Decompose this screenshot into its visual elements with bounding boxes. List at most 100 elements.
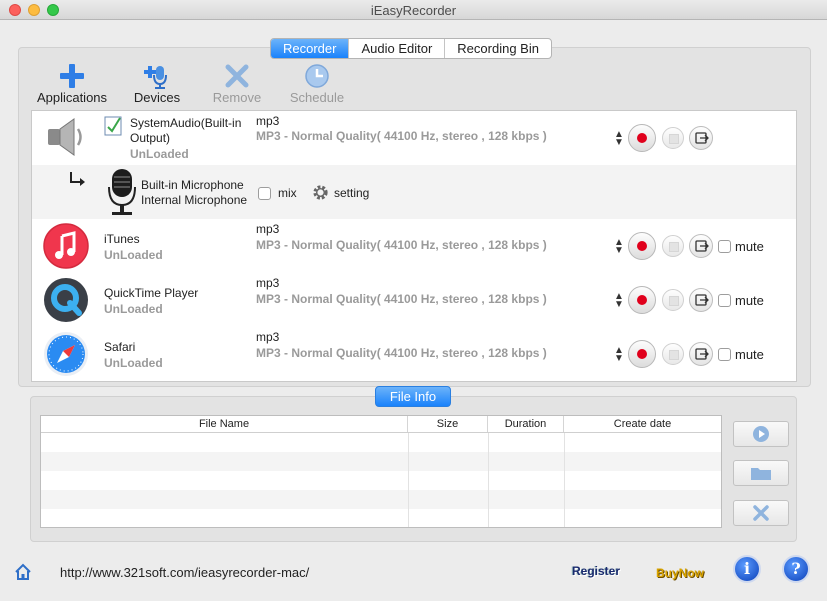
microphone-name: Built-in Microphone	[141, 178, 244, 192]
mute-label: mute	[735, 293, 764, 308]
export-icon	[695, 348, 709, 360]
mix-label: mix	[278, 186, 297, 200]
schedule-button[interactable]: Schedule	[286, 62, 348, 105]
tab-recording-bin[interactable]: Recording Bin	[444, 39, 551, 58]
play-button[interactable]	[733, 421, 789, 447]
source-name: Safari	[104, 340, 136, 354]
format-stepper-icon[interactable]: ▲ ▼	[614, 238, 624, 256]
export-icon	[695, 240, 709, 252]
source-row-itunes[interactable]: iTunes UnLoaded mp3 MP3 - Normal Quality…	[32, 219, 796, 273]
source-format: mp3	[256, 276, 280, 290]
tab-recorder[interactable]: Recorder	[271, 39, 349, 58]
export-icon	[695, 132, 709, 144]
column-header-size[interactable]: Size	[408, 416, 488, 432]
stop-button[interactable]	[662, 127, 684, 149]
speaker-icon	[42, 113, 90, 161]
delete-x-icon	[753, 505, 769, 521]
column-header-file-name[interactable]: File Name	[41, 416, 408, 432]
remove-label: Remove	[212, 90, 262, 105]
source-format: mp3	[256, 114, 280, 128]
column-header-duration[interactable]: Duration	[488, 416, 564, 432]
microphone-device: Internal Microphone	[141, 193, 248, 207]
record-button[interactable]	[628, 232, 656, 260]
column-divider	[408, 433, 409, 527]
stop-button[interactable]	[662, 235, 684, 257]
folder-icon	[751, 468, 771, 480]
microphone-row[interactable]: Built-in Microphone Internal Microphone …	[32, 165, 796, 219]
mute-checkbox[interactable]	[718, 240, 731, 253]
source-quality[interactable]: MP3 - Normal Quality( 44100 Hz, stereo ,…	[256, 238, 547, 252]
table-row[interactable]	[41, 452, 721, 471]
source-format: mp3	[256, 222, 280, 236]
branch-arrow-icon	[68, 171, 90, 192]
mute-label: mute	[735, 239, 764, 254]
checklist-icon	[104, 116, 122, 136]
devices-label: Devices	[133, 90, 181, 105]
source-row-systemaudio[interactable]: SystemAudio(Built-in Output) UnLoaded mp…	[32, 111, 796, 165]
title-bar: iEasyRecorder	[0, 0, 827, 20]
microphone-plus-icon	[130, 62, 184, 90]
column-header-create-date[interactable]: Create date	[564, 416, 721, 432]
plus-icon	[34, 62, 110, 90]
play-icon	[753, 426, 769, 442]
mix-checkbox[interactable]	[258, 187, 271, 200]
table-row[interactable]	[41, 490, 721, 509]
source-status: UnLoaded	[130, 147, 189, 161]
format-stepper-icon[interactable]: ▲ ▼	[614, 130, 624, 148]
export-button[interactable]	[689, 126, 713, 150]
source-status: UnLoaded	[104, 248, 163, 262]
record-button[interactable]	[628, 124, 656, 152]
open-folder-button[interactable]	[733, 460, 789, 486]
setting-label[interactable]: setting	[334, 186, 369, 200]
info-button[interactable]: i	[733, 555, 761, 583]
source-quality[interactable]: MP3 - Normal Quality( 44100 Hz, stereo ,…	[256, 129, 547, 143]
record-button[interactable]	[628, 340, 656, 368]
file-table[interactable]: File Name Size Duration Create date	[40, 415, 722, 528]
export-icon	[695, 294, 709, 306]
stop-button[interactable]	[662, 343, 684, 365]
window-title: iEasyRecorder	[370, 3, 457, 18]
mute-label: mute	[735, 347, 764, 362]
applications-button[interactable]: Applications	[34, 62, 110, 105]
itunes-icon	[42, 222, 90, 270]
source-row-safari[interactable]: Safari UnLoaded mp3 MP3 - Normal Quality…	[32, 327, 796, 381]
source-quality[interactable]: MP3 - Normal Quality( 44100 Hz, stereo ,…	[256, 292, 547, 306]
delete-button[interactable]	[733, 500, 789, 526]
home-icon[interactable]	[14, 563, 32, 584]
source-row-quicktime[interactable]: QuickTime Player UnLoaded mp3 MP3 - Norm…	[32, 273, 796, 327]
schedule-label: Schedule	[289, 90, 345, 105]
format-stepper-icon[interactable]: ▲ ▼	[614, 292, 624, 310]
column-divider	[564, 433, 565, 527]
export-button[interactable]	[689, 342, 713, 366]
source-status: UnLoaded	[104, 356, 163, 370]
mute-checkbox[interactable]	[718, 348, 731, 361]
buynow-link[interactable]: BuyNow	[656, 566, 704, 580]
mute-checkbox[interactable]	[718, 294, 731, 307]
export-button[interactable]	[689, 288, 713, 312]
file-info-button[interactable]: File Info	[375, 386, 451, 407]
format-stepper-icon[interactable]: ▲ ▼	[614, 346, 624, 364]
microphone-icon	[106, 167, 138, 217]
gear-icon[interactable]	[311, 183, 330, 205]
devices-button[interactable]: Devices	[130, 62, 184, 105]
clock-icon	[286, 62, 348, 90]
stop-button[interactable]	[662, 289, 684, 311]
export-button[interactable]	[689, 234, 713, 258]
source-name: QuickTime Player	[104, 286, 199, 300]
tab-bar: Recorder Audio Editor Recording Bin	[270, 38, 552, 59]
record-button[interactable]	[628, 286, 656, 314]
source-list: SystemAudio(Built-in Output) UnLoaded mp…	[31, 110, 797, 382]
remove-x-icon	[210, 62, 264, 90]
safari-icon	[42, 330, 90, 378]
remove-button[interactable]: Remove	[210, 62, 264, 105]
quicktime-icon	[42, 276, 90, 324]
applications-label: Applications	[36, 90, 108, 105]
register-link[interactable]: Register	[572, 564, 620, 578]
column-divider	[488, 433, 489, 527]
website-link[interactable]: http://www.321soft.com/ieasyrecorder-mac…	[60, 565, 309, 580]
help-button[interactable]: ?	[782, 555, 810, 583]
tab-audio-editor[interactable]: Audio Editor	[348, 39, 444, 58]
source-quality[interactable]: MP3 - Normal Quality( 44100 Hz, stereo ,…	[256, 346, 547, 360]
source-name: SystemAudio(Built-in Output)	[130, 116, 242, 145]
source-name: iTunes	[104, 232, 140, 246]
